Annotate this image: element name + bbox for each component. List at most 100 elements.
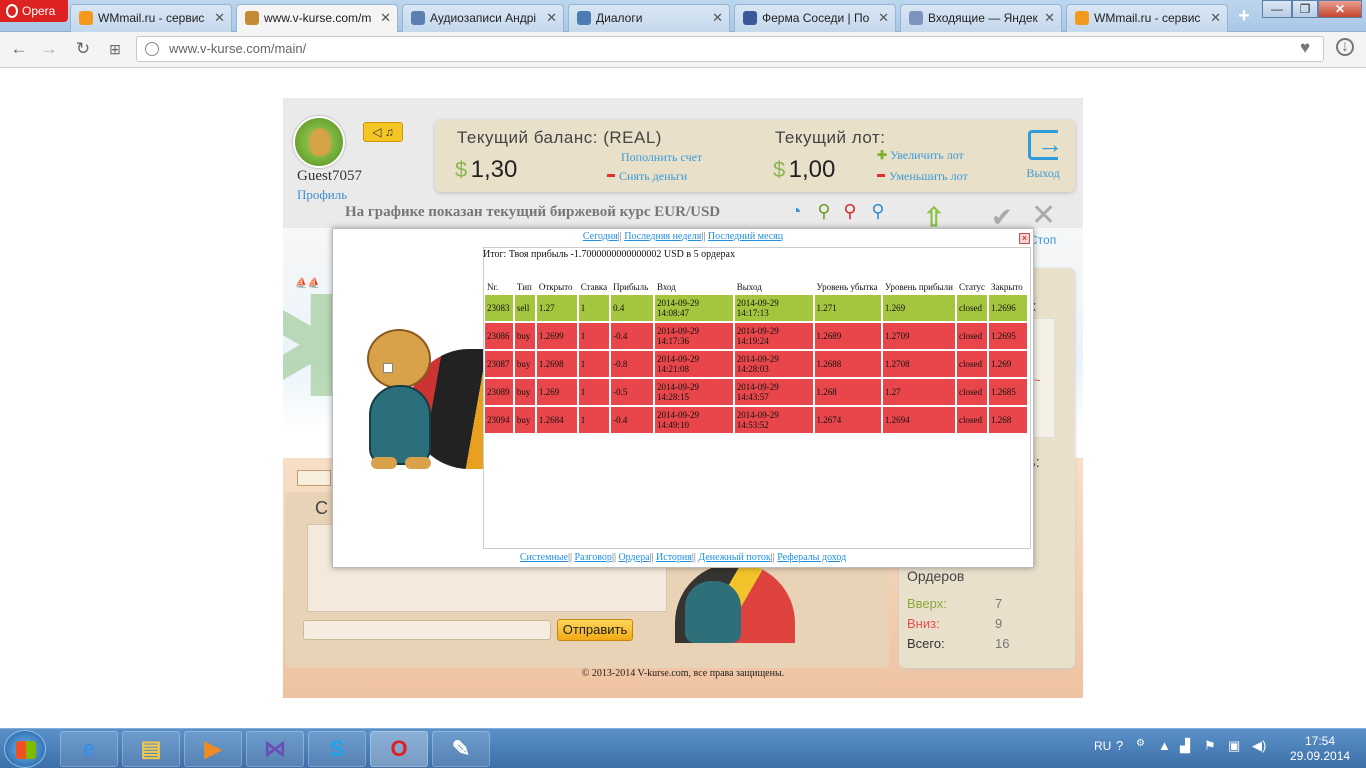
device-icon[interactable]: ▣	[1228, 738, 1240, 754]
cross-icon[interactable]: ✕	[1031, 198, 1056, 233]
decrease-lot-link[interactable]: Уменьшить лот	[877, 169, 968, 184]
maximize-button[interactable]: ❐	[1292, 0, 1318, 18]
flag-icon[interactable]: ⚑	[1204, 738, 1216, 754]
cell-tp: 1.2709	[882, 323, 956, 349]
cell-out: 2014-09-29 14:19:24	[734, 323, 813, 349]
forward-icon[interactable]: →	[38, 38, 60, 60]
help-icon[interactable]: ?	[1116, 738, 1123, 753]
tab-close-icon[interactable]: ✕	[214, 5, 225, 31]
modal-link[interactable]: Сегодня	[583, 231, 618, 242]
cell-in: 2014-09-29 14:49:10	[654, 407, 733, 433]
zoom-green-icon[interactable]: ⚲	[813, 200, 835, 222]
hamster-mascot-image	[675, 563, 795, 643]
tab-close-icon[interactable]: ✕	[1210, 5, 1221, 31]
cell-in: 2014-09-29 14:21:08	[654, 351, 733, 377]
cell-stake: 1	[578, 407, 610, 433]
column-header: Прибыль	[613, 282, 649, 292]
chat-message-input[interactable]	[303, 620, 551, 640]
withdraw-link[interactable]: Снять деньги	[607, 169, 687, 184]
cell-open: 1.2698	[536, 351, 577, 377]
exit-button[interactable]: Выход	[1019, 129, 1067, 181]
reload-icon[interactable]: ↻	[72, 38, 94, 60]
column-header: Ставка	[580, 282, 608, 292]
cell-in: 2014-09-29 14:08:47	[654, 295, 733, 321]
tab-3[interactable]: Аудиозаписи Андрі ✕	[402, 4, 564, 32]
zoom-red-icon[interactable]: ⚲	[839, 200, 861, 222]
tab-close-icon[interactable]: ✕	[546, 5, 557, 31]
tab-5[interactable]: Ферма Соседи | По ✕	[734, 4, 896, 32]
speed-dial-icon[interactable]: ⊞	[104, 38, 126, 60]
language-indicator[interactable]: RU	[1094, 739, 1111, 753]
modal-link[interactable]: Разговор	[574, 552, 611, 563]
modal-link[interactable]: Системные	[520, 552, 568, 563]
zoom-blue-icon[interactable]: ⚲	[867, 200, 889, 222]
tab-2[interactable]: www.v-kurse.com/m ✕	[236, 4, 398, 33]
tab-close-icon[interactable]: ✕	[878, 5, 889, 31]
tab-favicon-icon	[245, 11, 259, 25]
bookmark-heart-icon[interactable]: ♥	[1300, 38, 1310, 58]
window-close-button[interactable]: ✕	[1318, 0, 1362, 18]
clock[interactable]: 17:54 29.09.2014	[1290, 734, 1350, 764]
tab-7[interactable]: WMmail.ru - сервис ✕	[1066, 4, 1228, 32]
opera-menu-button[interactable]: Opera	[0, 0, 68, 22]
switcher-taskbar-icon[interactable]: ⋈	[246, 731, 304, 767]
profile-link[interactable]: Профиль	[297, 187, 347, 203]
paint-taskbar-icon[interactable]: ✎	[432, 731, 490, 767]
opera-taskbar-icon[interactable]: O	[370, 731, 428, 767]
sound-toggle-button[interactable]: ◁ ♫	[363, 122, 403, 142]
chart-frame-icon[interactable]	[297, 470, 331, 486]
history-clock-icon[interactable]: ◔	[785, 200, 807, 222]
download-icon[interactable]: ↓	[1336, 38, 1354, 56]
back-icon[interactable]: ←	[8, 38, 30, 60]
sailboat-icon: ⛵⛵	[295, 278, 320, 289]
modal-close-icon[interactable]: ×	[1019, 233, 1030, 244]
minus-icon	[607, 174, 615, 177]
avatar[interactable]	[293, 116, 345, 168]
windows-logo-icon	[16, 741, 36, 759]
modal-link[interactable]: История	[656, 552, 692, 563]
tab-close-icon[interactable]: ✕	[1044, 5, 1055, 31]
cell-type: buy	[514, 323, 535, 349]
ie-taskbar-icon[interactable]: e	[60, 731, 118, 767]
tab-1[interactable]: WMmail.ru - сервис ✕	[70, 4, 232, 32]
tab-close-icon[interactable]: ✕	[380, 5, 391, 31]
tray-misc-icon[interactable]: ⚙	[1136, 738, 1145, 749]
hamster-mascot-image	[349, 329, 499, 479]
clock-date: 29.09.2014	[1290, 749, 1351, 763]
tab-close-icon[interactable]: ✕	[712, 5, 723, 31]
cell-closed: 1.268	[989, 407, 1027, 433]
lot-label: Текущий лот:	[775, 128, 886, 147]
balance-value: 1,30	[470, 156, 518, 183]
media-player-taskbar-icon[interactable]: ▶	[184, 731, 242, 767]
skype-taskbar-icon[interactable]: S	[308, 731, 366, 767]
cell-tp: 1.27	[882, 379, 956, 405]
cell-in: 2014-09-29 14:28:15	[654, 379, 733, 405]
profit-summary: Итог: Твоя прибыль -1.7000000000000002 U…	[483, 249, 735, 260]
modal-link[interactable]: Денежный поток	[698, 552, 770, 563]
cell-status: closed	[957, 323, 988, 349]
tab-favicon-icon	[79, 11, 93, 25]
cell-nr: 23094	[485, 407, 513, 433]
increase-lot-link[interactable]: ✚ Увеличить лот	[877, 148, 964, 163]
modal-link[interactable]: Последний месяц	[708, 231, 783, 242]
modal-link[interactable]: Рефералы доход	[777, 552, 846, 563]
plus-icon: ✚	[877, 148, 888, 162]
start-button[interactable]	[4, 730, 46, 768]
volume-icon[interactable]: ◀)	[1252, 738, 1266, 754]
tab-6[interactable]: Входящие — Яндек ✕	[900, 4, 1062, 32]
minimize-button[interactable]: —	[1262, 0, 1292, 18]
cell-closed: 1.2685	[989, 379, 1027, 405]
graph-title: На графике показан текущий биржевой курс…	[345, 204, 721, 220]
modal-link[interactable]: Ордера	[618, 552, 649, 563]
signal-icon[interactable]: ▟	[1180, 738, 1190, 754]
explorer-taskbar-icon[interactable]: ▤	[122, 731, 180, 767]
send-button[interactable]: Отправить	[557, 619, 633, 641]
cell-closed: 1.2695	[989, 323, 1027, 349]
url-field[interactable]: www.v-kurse.com/main/	[136, 36, 1324, 62]
tray-expand-icon[interactable]: ▲	[1158, 738, 1171, 753]
modal-link[interactable]: Последняя неделя	[624, 231, 701, 242]
tab-4[interactable]: Диалоги ✕	[568, 4, 730, 32]
deposit-link[interactable]: Пополнить счет	[621, 150, 702, 165]
table-row: 23094 buy 1.2684 1 -0.4 2014-09-29 14:49:10 20…	[485, 407, 1027, 433]
new-tab-button[interactable]: +	[1234, 5, 1254, 27]
